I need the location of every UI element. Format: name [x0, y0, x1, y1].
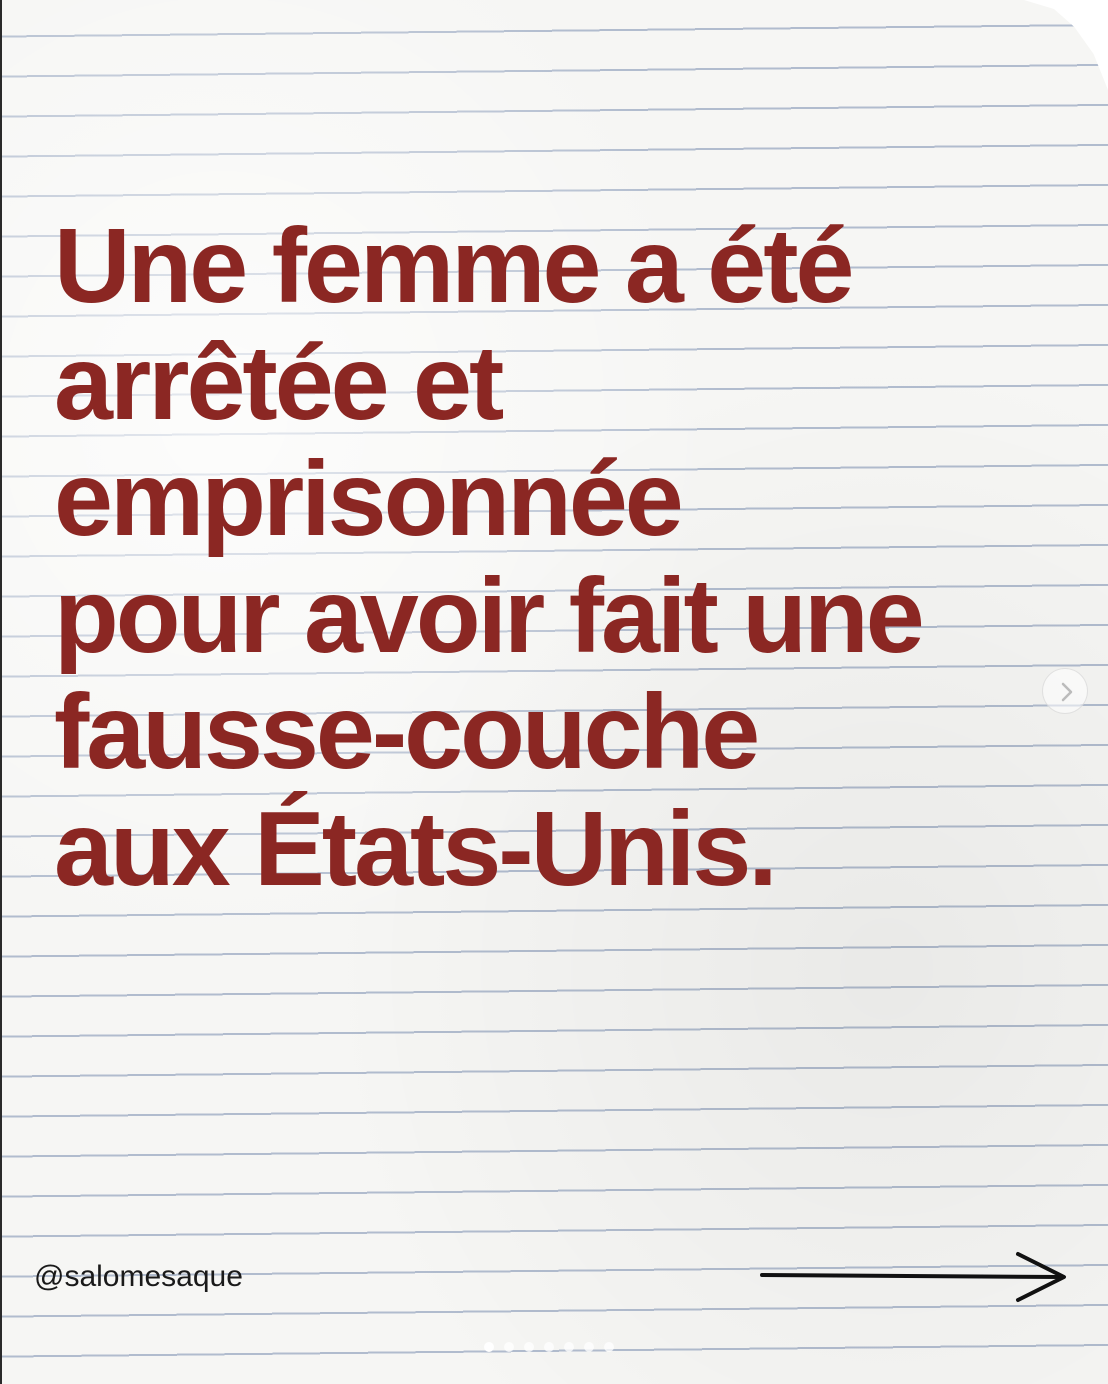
headline: Une femme a été arrêtée et emprisonnée p…	[54, 208, 1084, 907]
pagination-dot	[504, 1342, 514, 1352]
carousel-pagination	[484, 1342, 614, 1352]
pagination-dot	[524, 1342, 534, 1352]
headline-line: fausse-couche	[54, 673, 760, 791]
arrow-right-icon	[760, 1252, 1066, 1302]
author-handle: @salomesaque	[34, 1260, 243, 1293]
chevron-right-icon	[1061, 682, 1073, 702]
pagination-dot	[544, 1342, 554, 1352]
headline-line: pour avoir fait une	[54, 556, 925, 675]
carousel-next-button[interactable]	[1042, 668, 1088, 714]
pagination-dot	[584, 1342, 594, 1352]
pagination-dot	[604, 1342, 614, 1352]
pagination-dot	[484, 1342, 494, 1352]
pagination-dot	[564, 1342, 574, 1352]
headline-line: Une femme a été	[54, 207, 854, 325]
post-image: Une femme a été arrêtée et emprisonnée p…	[0, 0, 1108, 1384]
headline-line: arrêtée et	[54, 323, 504, 442]
headline-line: emprisonnée	[54, 440, 684, 558]
headline-line: aux États-Unis.	[54, 789, 778, 908]
